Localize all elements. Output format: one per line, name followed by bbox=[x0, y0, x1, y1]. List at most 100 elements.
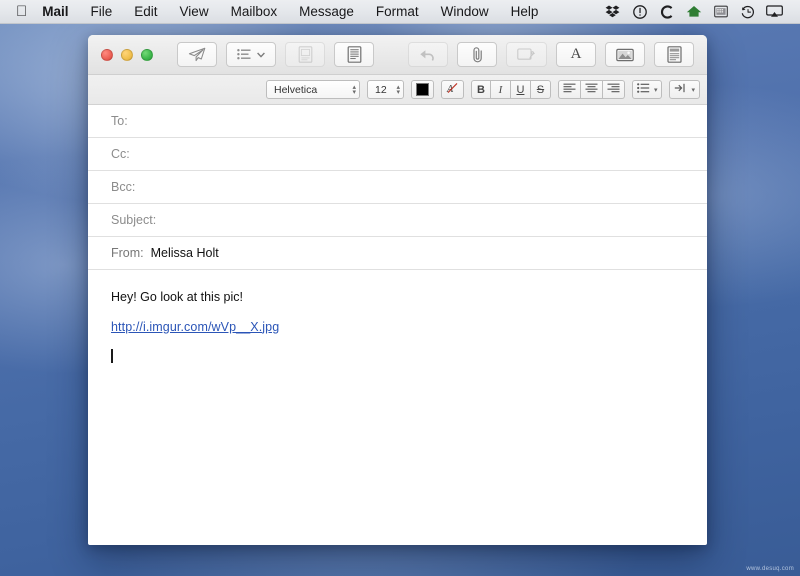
photo-image-icon bbox=[616, 48, 634, 62]
send-button[interactable] bbox=[177, 42, 217, 67]
attach-button[interactable] bbox=[457, 42, 497, 67]
document-lines-icon bbox=[347, 46, 362, 63]
apple-logo-icon[interactable]:  bbox=[0, 0, 39, 23]
menu-item-file[interactable]: File bbox=[80, 0, 124, 23]
menu-item-view[interactable]: View bbox=[169, 0, 220, 23]
site-watermark: www.desuq.com bbox=[746, 566, 794, 572]
to-field[interactable]: To: bbox=[88, 105, 707, 138]
image-link[interactable]: http://i.imgur.com/wVp__X.jpg bbox=[111, 320, 279, 334]
list-group: ▾ bbox=[631, 80, 663, 99]
stepper-icon: ▴ ▾ bbox=[352, 83, 357, 96]
stationery-page-icon bbox=[666, 46, 682, 63]
markup-button[interactable] bbox=[506, 42, 547, 67]
menu-item-format[interactable]: Format bbox=[365, 0, 430, 23]
menu-item-help[interactable]: Help bbox=[500, 0, 550, 23]
stepper-icon: ▴ ▾ bbox=[396, 83, 400, 96]
green-house-icon[interactable] bbox=[680, 0, 707, 23]
align-center-icon bbox=[585, 83, 598, 96]
menu-item-mailbox[interactable]: Mailbox bbox=[220, 0, 289, 23]
body-greeting-text: Hey! Go look at this pic! bbox=[111, 290, 244, 304]
from-field-value: Melissa Holt bbox=[150, 246, 219, 260]
document-photo-icon bbox=[298, 46, 313, 63]
bcc-field-label: Bcc: bbox=[111, 180, 136, 194]
undo-button[interactable] bbox=[408, 42, 448, 67]
menu-item-mail[interactable]: Mail bbox=[39, 0, 79, 23]
dropbox-icon[interactable] bbox=[599, 0, 626, 23]
calendar-grid-icon[interactable] bbox=[707, 0, 734, 23]
list-chevron-icon bbox=[237, 48, 253, 61]
menu-bar:  Mail File Edit View Mailbox Message Fo… bbox=[0, 0, 800, 24]
undo-arrow-icon bbox=[419, 48, 437, 62]
bcc-field[interactable]: Bcc: bbox=[88, 171, 707, 204]
cc-field[interactable]: Cc: bbox=[88, 138, 707, 171]
paper-plane-icon bbox=[188, 47, 206, 62]
to-field-label: To: bbox=[111, 114, 128, 128]
from-field[interactable]: From: Melissa Holt bbox=[88, 237, 707, 270]
chevron-down-icon bbox=[257, 52, 265, 58]
font-family-value: Helvetica bbox=[274, 83, 318, 96]
menu-bar-items:  Mail File Edit View Mailbox Message Fo… bbox=[0, 0, 549, 23]
font-size-select[interactable]: 12 ▴ ▾ bbox=[367, 80, 404, 99]
from-field-label: From: bbox=[111, 246, 144, 260]
markup-pen-icon bbox=[517, 47, 536, 62]
align-left-button[interactable] bbox=[557, 80, 581, 99]
alignment-group bbox=[557, 80, 625, 99]
message-body[interactable]: Hey! Go look at this pic! http://i.imgur… bbox=[88, 270, 707, 537]
text-color-group bbox=[410, 80, 434, 99]
alert-circle-icon[interactable] bbox=[626, 0, 653, 23]
strikethrough-button[interactable]: S bbox=[530, 80, 551, 99]
format-button[interactable]: A bbox=[556, 42, 596, 67]
photo-browser-stationery-button[interactable] bbox=[285, 42, 325, 67]
minimize-button[interactable] bbox=[121, 48, 133, 61]
chevron-down-icon: ▾ bbox=[691, 86, 695, 94]
indent-group: ▾ bbox=[669, 80, 700, 99]
time-machine-clock-icon[interactable] bbox=[734, 0, 761, 23]
text-color-button[interactable] bbox=[410, 80, 434, 99]
menu-item-window[interactable]: Window bbox=[430, 0, 500, 23]
italic-button[interactable]: I bbox=[490, 80, 511, 99]
format-bar: Helvetica ▴ ▾ 12 ▴ ▾ A B I U S ▾ ▾ bbox=[88, 75, 707, 105]
zoom-button[interactable] bbox=[141, 48, 153, 61]
airplay-icon[interactable] bbox=[761, 0, 788, 23]
close-button[interactable] bbox=[101, 48, 113, 61]
font-family-select[interactable]: Helvetica ▴ ▾ bbox=[266, 80, 361, 99]
clear-formatting-group: A bbox=[440, 80, 464, 99]
toolbar-right-group: A bbox=[399, 42, 694, 67]
text-style-group: B I U S bbox=[470, 80, 551, 99]
color-swatch-icon bbox=[415, 83, 429, 96]
indent-icon bbox=[674, 83, 687, 96]
stationery-button[interactable] bbox=[334, 42, 374, 67]
cc-field-label: Cc: bbox=[111, 147, 130, 161]
letter-a-icon: A bbox=[570, 46, 582, 62]
align-right-button[interactable] bbox=[602, 80, 625, 99]
mail-compose-window: A Helvetica ▴ ▾ 12 ▴ ▾ A B I U S ▾ ▾ To:… bbox=[88, 35, 707, 545]
paperclip-icon bbox=[470, 46, 485, 63]
align-center-button[interactable] bbox=[580, 80, 603, 99]
align-right-icon bbox=[607, 83, 620, 96]
body-cursor-line bbox=[111, 349, 684, 366]
svg-text:A: A bbox=[446, 84, 454, 94]
chevron-down-icon: ▾ bbox=[653, 86, 658, 94]
header-fields-button[interactable] bbox=[226, 42, 276, 67]
clear-formatting-button[interactable]: A bbox=[440, 80, 464, 99]
bold-button[interactable]: B bbox=[470, 80, 491, 99]
menu-bar-status-items bbox=[599, 0, 800, 23]
subject-field-label: Subject: bbox=[111, 213, 157, 227]
menu-item-edit[interactable]: Edit bbox=[123, 0, 168, 23]
indent-menu-button[interactable]: ▾ bbox=[669, 80, 700, 99]
photo-browser-button[interactable] bbox=[605, 42, 645, 67]
text-cursor bbox=[111, 349, 113, 364]
underline-button[interactable]: U bbox=[510, 80, 531, 99]
letter-a-slash-icon: A bbox=[446, 82, 459, 97]
list-menu-button[interactable]: ▾ bbox=[631, 80, 663, 99]
stationery-picker-button[interactable] bbox=[654, 42, 694, 67]
align-left-icon bbox=[563, 83, 576, 96]
traffic-light-buttons bbox=[101, 48, 153, 61]
list-icon bbox=[637, 83, 650, 96]
window-toolbar: A bbox=[88, 35, 707, 75]
compose-header-fields: To: Cc: Bcc: Subject: From: Melissa Holt bbox=[88, 105, 707, 270]
body-link-line: http://i.imgur.com/wVp__X.jpg bbox=[111, 320, 684, 336]
crashplan-c-icon[interactable] bbox=[653, 0, 680, 23]
subject-field[interactable]: Subject: bbox=[88, 204, 707, 237]
menu-item-message[interactable]: Message bbox=[288, 0, 365, 23]
